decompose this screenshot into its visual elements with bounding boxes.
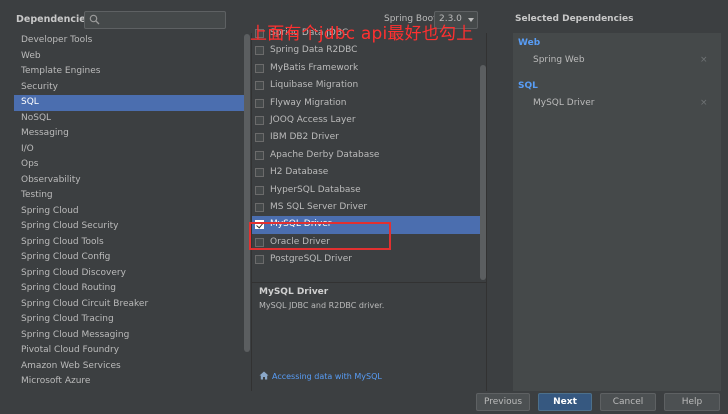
category-item-amazon-web-services[interactable]: Amazon Web Services: [14, 359, 250, 375]
checkbox[interactable]: [255, 255, 264, 265]
guide-link-label: Accessing data with MySQL: [272, 372, 382, 381]
dependency-detail-name: MySQL Driver: [259, 287, 329, 297]
dependency-detail-description: MySQL JDBC and R2DBC driver.: [259, 301, 385, 310]
checkbox[interactable]: [255, 168, 264, 178]
selected-group-web: Web: [518, 38, 541, 48]
category-item-microsoft-azure[interactable]: Microsoft Azure: [14, 374, 250, 390]
category-item-developer-tools[interactable]: Developer Tools: [14, 33, 250, 49]
category-item-template-engines[interactable]: Template Engines: [14, 64, 250, 80]
category-item-messaging[interactable]: Messaging: [14, 126, 250, 142]
category-item-i-o[interactable]: I/O: [14, 142, 250, 158]
checkbox[interactable]: [255, 115, 264, 125]
dependency-label: Spring Data R2DBC: [270, 45, 358, 56]
search-icon: [89, 14, 100, 25]
checkbox[interactable]: [255, 98, 264, 108]
previous-button[interactable]: Previous: [476, 393, 530, 411]
home-icon: [259, 371, 269, 380]
dependency-item-ibm-db2-driver[interactable]: IBM DB2 Driver: [252, 129, 481, 146]
guide-link[interactable]: Accessing data with MySQL: [259, 371, 382, 381]
category-item-nosql[interactable]: NoSQL: [14, 111, 250, 127]
selected-dependencies-panel: [513, 33, 721, 391]
dependency-item-h2-database[interactable]: H2 Database: [252, 164, 481, 181]
dependency-item-postgresql-driver[interactable]: PostgreSQL Driver: [252, 251, 481, 268]
dependency-label: JOOQ Access Layer: [270, 114, 356, 125]
category-item-ops[interactable]: Ops: [14, 157, 250, 173]
checkbox[interactable]: [255, 81, 264, 91]
category-item-pivotal-cloud-foundry[interactable]: Pivotal Cloud Foundry: [14, 343, 250, 359]
dependency-item-flyway-migration[interactable]: Flyway Migration: [252, 95, 481, 112]
annotation-text: 上面有个jdbc api最好也勾上: [250, 24, 474, 44]
selected-dependencies-title: Selected Dependencies: [515, 14, 634, 24]
search-input[interactable]: [84, 11, 226, 29]
remove-mysql-driver-icon[interactable]: ×: [700, 98, 708, 108]
checkbox[interactable]: [255, 150, 264, 160]
selected-item-spring-web: Spring Web: [533, 55, 585, 65]
dependency-item-jooq-access-layer[interactable]: JOOQ Access Layer: [252, 112, 481, 129]
checkbox[interactable]: [255, 46, 264, 56]
previous-button-label: Previous: [483, 397, 523, 407]
checkbox[interactable]: [255, 133, 264, 143]
checkbox[interactable]: [255, 202, 264, 212]
dependency-label: Liquibase Migration: [270, 80, 359, 91]
category-item-spring-cloud-config[interactable]: Spring Cloud Config: [14, 250, 250, 266]
category-item-spring-cloud-messaging[interactable]: Spring Cloud Messaging: [14, 328, 250, 344]
dependency-item-ms-sql-server-driver[interactable]: MS SQL Server Driver: [252, 199, 481, 216]
category-item-spring-cloud-security[interactable]: Spring Cloud Security: [14, 219, 250, 235]
cancel-button[interactable]: Cancel: [600, 393, 656, 411]
divider: [251, 282, 487, 283]
dependency-label: IBM DB2 Driver: [270, 132, 339, 143]
dependency-label: MyBatis Framework: [270, 62, 359, 73]
help-button-label: Help: [681, 397, 703, 407]
dependency-item-hypersql-database[interactable]: HyperSQL Database: [252, 182, 481, 199]
category-list: Developer Tools Web Template Engines Securi…: [14, 33, 250, 390]
selected-group-sql: SQL: [518, 81, 538, 91]
dependencies-title: Dependencies: [16, 14, 92, 25]
dependency-label: Flyway Migration: [270, 97, 347, 108]
cancel-button-label: Cancel: [612, 397, 644, 407]
category-item-sql[interactable]: SQL: [14, 95, 250, 111]
category-item-spring-cloud-circuit-breaker[interactable]: Spring Cloud Circuit Breaker: [14, 297, 250, 313]
category-item-spring-cloud-discovery[interactable]: Spring Cloud Discovery: [14, 266, 250, 282]
next-button-label: Next: [553, 397, 577, 407]
dependency-label: HyperSQL Database: [270, 184, 361, 195]
category-item-spring-cloud-tracing[interactable]: Spring Cloud Tracing: [14, 312, 250, 328]
checkbox[interactable]: [255, 63, 264, 73]
dependency-label: H2 Database: [270, 167, 329, 178]
next-button[interactable]: Next: [538, 393, 592, 411]
dependency-label: PostgreSQL Driver: [270, 254, 352, 265]
dependency-panel: Spring Data JDBC Spring Data R2DBC MyBatis…: [251, 28, 487, 391]
help-button[interactable]: Help: [664, 393, 720, 411]
category-item-spring-cloud[interactable]: Spring Cloud: [14, 204, 250, 220]
dependency-label: Apache Derby Database: [270, 149, 380, 160]
category-scrollbar[interactable]: [244, 34, 250, 352]
category-item-testing[interactable]: Testing: [14, 188, 250, 204]
dependency-item-spring-data-r2dbc[interactable]: Spring Data R2DBC: [252, 42, 481, 59]
category-item-security[interactable]: Security: [14, 80, 250, 96]
category-panel: Developer Tools Web Template Engines Securi…: [14, 33, 250, 391]
selected-item-mysql-driver: MySQL Driver: [533, 98, 595, 108]
category-item-web[interactable]: Web: [14, 49, 250, 65]
annotation-highlight-box: [249, 222, 391, 250]
checkbox[interactable]: [255, 185, 264, 195]
dependency-item-liquibase-migration[interactable]: Liquibase Migration: [252, 77, 481, 94]
dependency-scrollbar[interactable]: [480, 65, 486, 280]
category-item-spring-cloud-tools[interactable]: Spring Cloud Tools: [14, 235, 250, 251]
category-item-spring-cloud-routing[interactable]: Spring Cloud Routing: [14, 281, 250, 297]
remove-spring-web-icon[interactable]: ×: [700, 55, 708, 65]
dependency-label: MS SQL Server Driver: [270, 201, 368, 212]
dependency-item-mybatis-framework[interactable]: MyBatis Framework: [252, 60, 481, 77]
dependency-item-apache-derby-database[interactable]: Apache Derby Database: [252, 147, 481, 164]
category-item-observability[interactable]: Observability: [14, 173, 250, 189]
